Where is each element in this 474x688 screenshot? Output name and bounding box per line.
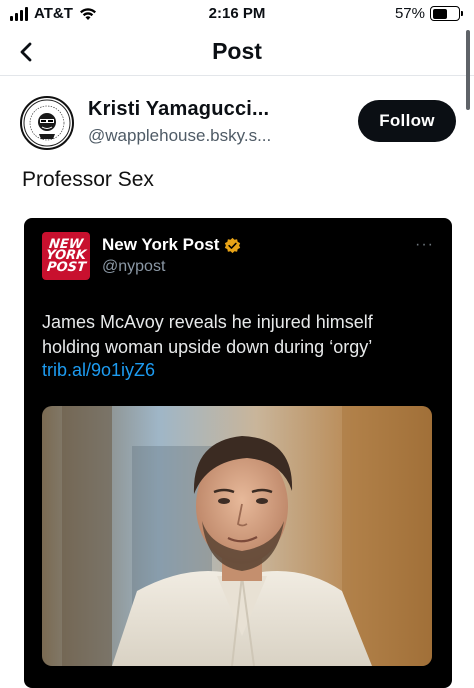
battery-fill (432, 8, 447, 19)
new-york-post-logo[interactable]: NEW YORK POST (42, 232, 90, 280)
logo-line: POST (45, 259, 87, 275)
embed-source-name-row[interactable]: New York Post (102, 235, 241, 255)
status-bar: AT&T 2:16 PM 57% (0, 0, 474, 30)
avatar[interactable] (20, 96, 74, 150)
embedded-post-card[interactable]: NEW YORK POST New York Post @nypost ··· … (24, 218, 452, 688)
status-right: 57% (394, 5, 463, 22)
page-title: Post (212, 38, 262, 64)
more-options-icon[interactable]: ··· (415, 236, 434, 254)
battery-percent: 57% (394, 5, 425, 22)
author-name[interactable]: Kristi Yamagucci... (88, 98, 269, 121)
post-author: Kristi Yamagucci... @wapplehouse.bsky.s.… (20, 96, 456, 158)
post-text: Professor Sex (22, 168, 154, 191)
scrollbar[interactable] (466, 30, 470, 110)
author-handle[interactable]: @wapplehouse.bsky.s... (88, 126, 271, 146)
embed-link[interactable]: trib.al/9o1iyZ6 (42, 360, 155, 381)
embed-photo[interactable] (42, 406, 432, 666)
nav-bar: Post (0, 30, 474, 76)
avatar-image (23, 99, 71, 147)
verified-badge-icon (225, 237, 241, 253)
battery-icon (430, 6, 463, 21)
follow-button[interactable]: Follow (358, 100, 456, 142)
embed-headline: James McAvoy reveals he injured himself … (42, 312, 373, 357)
embed-source-name: New York Post (102, 235, 220, 254)
embed-source-handle[interactable]: @nypost (102, 258, 165, 276)
photo-image (42, 406, 432, 666)
